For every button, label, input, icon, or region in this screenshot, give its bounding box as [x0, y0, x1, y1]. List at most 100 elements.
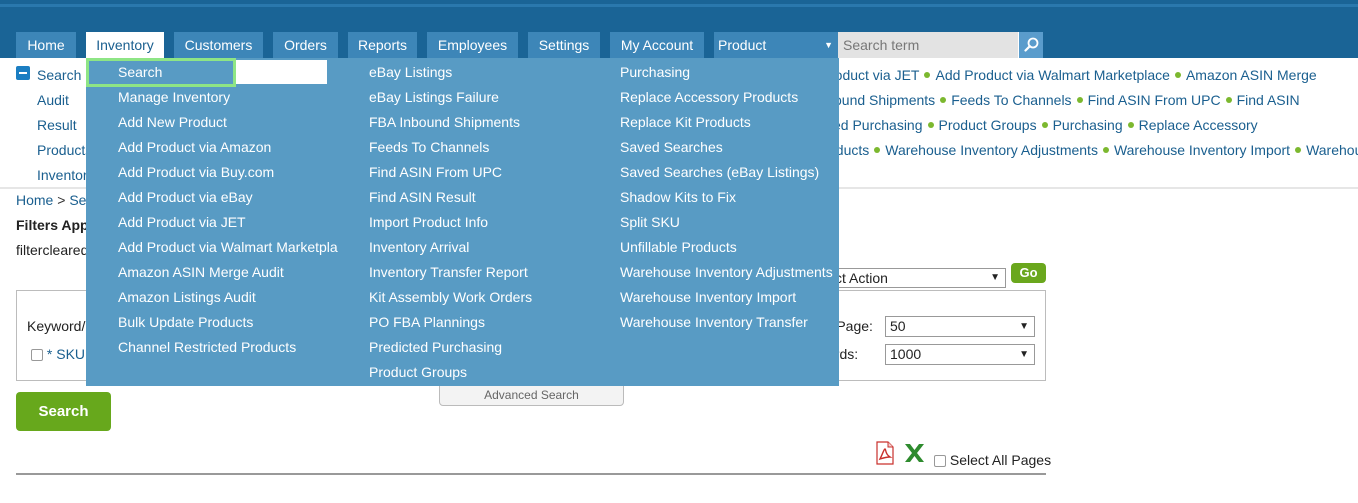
dropdown-menu-item[interactable]: Inventory Arrival — [369, 236, 469, 258]
sublink[interactable]: roduct via JET — [830, 67, 919, 83]
nav-tab-home[interactable]: Home — [16, 32, 76, 58]
dropdown-menu-item[interactable]: Predicted Purchasing — [369, 336, 502, 358]
dropdown-menu-item[interactable]: Warehouse Inventory Import — [620, 286, 796, 308]
dropdown-menu-item[interactable]: Shadow Kits to Fix — [620, 186, 736, 208]
sublink[interactable]: Purchasing — [1053, 117, 1123, 133]
nav-tab-orders[interactable]: Orders — [273, 32, 338, 58]
nav-tab-settings[interactable]: Settings — [528, 32, 600, 58]
dropdown-menu-item[interactable]: Amazon Listings Audit — [118, 286, 338, 308]
sku-checkbox[interactable] — [31, 349, 43, 362]
sublink[interactable]: Add Product via Walmart Marketplace — [935, 67, 1169, 83]
dropdown-menu-item[interactable]: Add Product via Amazon — [118, 136, 338, 158]
nav-tab-inventory[interactable]: Inventory — [86, 32, 164, 58]
breadcrumb-home[interactable]: Home — [16, 192, 53, 208]
bullet-dot-icon — [1102, 147, 1109, 154]
per-page-value: 50 — [890, 318, 906, 334]
nav-tab-employees[interactable]: Employees — [427, 32, 518, 58]
sublink-result[interactable]: Result — [37, 117, 77, 137]
sublink[interactable]: Amazon ASIN Merge — [1186, 67, 1317, 83]
dropdown-menu-item[interactable]: Split SKU — [620, 211, 680, 233]
dropdown-menu-item[interactable]: Find ASIN Result — [369, 186, 476, 208]
dropdown-menu-item[interactable]: PO FBA Plannings — [369, 311, 485, 333]
sublink-audit[interactable]: Audit — [37, 92, 69, 112]
dropdown-menu-item[interactable]: Import Product Info — [369, 211, 488, 233]
sublink[interactable]: Replace Accessory — [1139, 117, 1258, 133]
sublink-search[interactable]: Search — [37, 67, 81, 87]
product-search-scope-select[interactable]: Product ▼ — [714, 32, 838, 58]
sublink[interactable]: Warehouse Inventory Adjustments — [885, 142, 1098, 158]
dropdown-menu-item[interactable]: Add Product via eBay — [118, 186, 338, 208]
breadcrumb: Home > Sea — [16, 192, 94, 208]
dropdown-menu-item[interactable]: eBay Listings — [369, 61, 452, 83]
dropdown-menu-item[interactable]: Feeds To Channels — [369, 136, 489, 158]
select-all-pages-checkbox[interactable] — [934, 455, 946, 468]
dropdown-menu-item[interactable]: Warehouse Inventory Transfer — [620, 311, 808, 333]
sku-label: * SKU: — [46, 346, 89, 362]
sublink-row-2: ound Shipments Feeds To Channels Find ASIN… — [834, 92, 1300, 112]
excel-export-icon[interactable] — [902, 441, 926, 465]
bullet-dot-icon — [1041, 122, 1048, 129]
sublink-row-4: oducts Warehouse Inventory Adjustments War… — [828, 142, 1358, 162]
dropdown-menu-item[interactable]: Search — [118, 61, 338, 83]
sublink-inventory[interactable]: Inventor — [37, 167, 88, 187]
nav-tab-customers[interactable]: Customers — [174, 32, 263, 58]
filters-applied-title: Filters App — [16, 217, 89, 233]
sublink-products[interactable]: Products — [37, 142, 92, 162]
pdf-export-icon[interactable] — [873, 441, 897, 465]
search-icon — [1024, 37, 1039, 52]
sublink[interactable]: Product Groups — [939, 117, 1037, 133]
bullet-dot-icon — [940, 97, 947, 104]
dropdown-menu-item[interactable]: eBay Listings Failure — [369, 86, 499, 108]
advanced-search-button[interactable]: Advanced Search — [439, 384, 624, 406]
dropdown-menu-item[interactable]: Inventory Transfer Report — [369, 261, 528, 283]
dropdown-menu-item[interactable]: Channel Restricted Products — [118, 336, 338, 358]
dropdown-menu-item[interactable]: Add Product via JET — [118, 211, 338, 233]
product-select-label: Product — [718, 37, 767, 53]
sublink[interactable]: Warehouse Inventory Import — [1114, 142, 1290, 158]
breadcrumb-separator: > — [57, 192, 66, 208]
chevron-down-icon: ▼ — [824, 40, 833, 50]
dropdown-menu-item[interactable]: Add New Product — [118, 111, 338, 133]
nav-tab-reports[interactable]: Reports — [348, 32, 417, 58]
dropdown-menu-item[interactable]: Saved Searches — [620, 136, 723, 158]
sublink[interactable]: Find ASIN From UPC — [1088, 92, 1221, 108]
sublink-row-3: ed Purchasing Product Groups Purchasing Rep… — [833, 117, 1258, 137]
records-select[interactable]: 1000 ▼ — [885, 344, 1035, 365]
dropdown-menu-item[interactable]: Product Groups — [369, 361, 467, 383]
select-all-pages-label: Select All Pages — [949, 452, 1052, 468]
bullet-dot-icon — [1295, 147, 1302, 154]
dropdown-menu-item[interactable]: Add Product via Walmart Marketplace — [118, 236, 338, 258]
top-accent-line — [0, 4, 1358, 7]
dropdown-menu-item[interactable]: Warehouse Inventory Adjustments — [620, 261, 833, 283]
dropdown-menu-item[interactable]: Unfillable Products — [620, 236, 737, 258]
dropdown-menu-item[interactable]: Find ASIN From UPC — [369, 161, 502, 183]
dropdown-menu-item[interactable]: Saved Searches (eBay Listings) — [620, 161, 819, 183]
search-button[interactable]: Search — [16, 392, 111, 431]
collapse-icon[interactable] — [16, 66, 30, 80]
per-page-select[interactable]: 50 ▼ — [885, 316, 1035, 337]
dropdown-menu-item[interactable]: Replace Accessory Products — [620, 86, 798, 108]
dropdown-menu-item[interactable]: Amazon ASIN Merge Audit — [118, 261, 338, 283]
bullet-dot-icon — [1127, 122, 1134, 129]
chevron-down-icon: ▼ — [990, 272, 1000, 283]
dropdown-menu-item[interactable]: Kit Assembly Work Orders — [369, 286, 532, 308]
dropdown-menu-item[interactable]: FBA Inbound Shipments — [369, 111, 520, 133]
sublink[interactable]: ound Shipments — [834, 92, 935, 108]
go-button[interactable]: Go — [1011, 263, 1046, 283]
bullet-dot-icon — [874, 147, 881, 154]
sublink[interactable]: Find ASIN — [1237, 92, 1300, 108]
sublink-row-1: roduct via JET Add Product via Walmart Ma… — [830, 67, 1317, 87]
sublink[interactable]: Feeds To Channels — [951, 92, 1071, 108]
dropdown-menu-item[interactable]: Replace Kit Products — [620, 111, 751, 133]
chevron-down-icon: ▼ — [1019, 349, 1029, 360]
sublink[interactable]: Warehouse — [1306, 142, 1358, 158]
dropdown-menu-item[interactable]: Bulk Update Products — [118, 311, 338, 333]
search-term-input[interactable] — [838, 32, 1018, 58]
dropdown-menu-item[interactable]: Manage Inventory — [118, 86, 338, 108]
dropdown-menu-item[interactable]: Add Product via Buy.com — [118, 161, 338, 183]
bulk-action-select[interactable]: ct Action ▼ — [820, 268, 1006, 288]
sublink[interactable]: ed Purchasing — [833, 117, 923, 133]
dropdown-menu-item[interactable]: Purchasing — [620, 61, 690, 83]
nav-tab-my-account[interactable]: My Account — [610, 32, 704, 58]
search-submit-button[interactable] — [1018, 32, 1043, 58]
